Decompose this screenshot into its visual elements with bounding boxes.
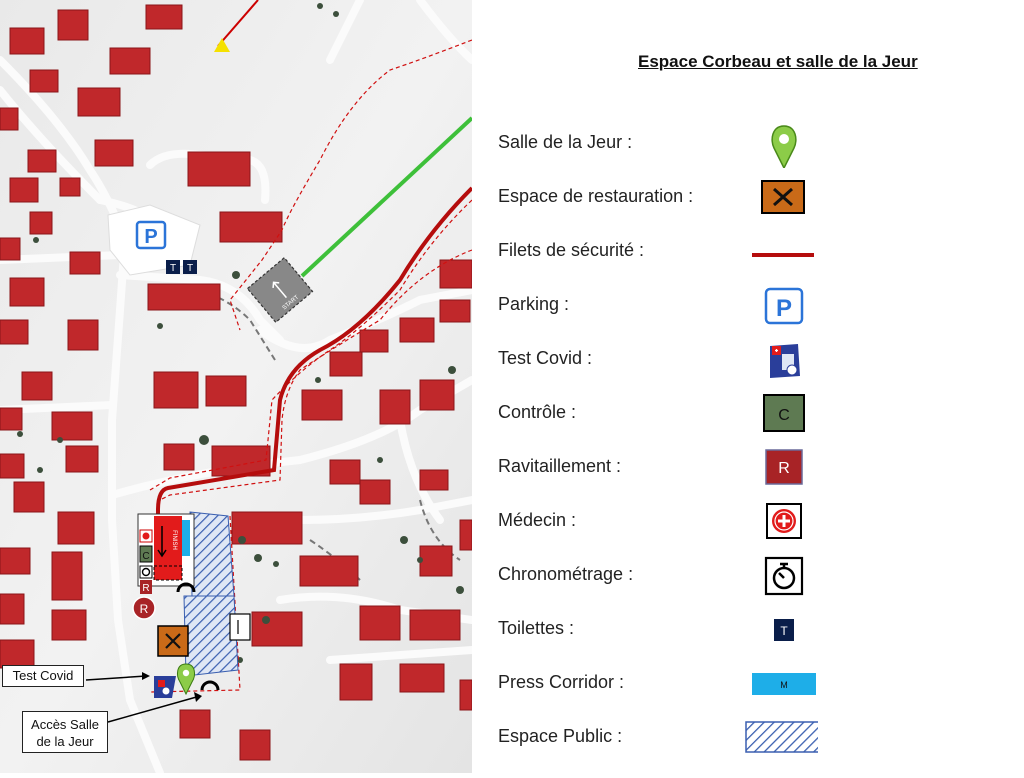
covid-test-icon <box>770 344 800 378</box>
press-corridor-icon: M <box>752 673 816 695</box>
legend-row-espace-public: Espace Public : <box>498 718 998 758</box>
legend-row-controle: Contrôle : C <box>498 394 998 434</box>
parking-icon: P <box>764 287 804 325</box>
legend-label: Test Covid : <box>498 348 593 368</box>
svg-text:T: T <box>780 624 788 638</box>
legend-label: Ravitaillement : <box>498 456 622 476</box>
press-corridor-map <box>182 520 190 556</box>
legend-label: Press Corridor : <box>498 672 625 692</box>
fork-knife-icon <box>761 180 805 214</box>
legend-row-covid: Test Covid : <box>498 340 998 380</box>
svg-text:T: T <box>170 263 176 274</box>
legend-label: Parking : <box>498 294 570 314</box>
toilet-icon: T <box>774 619 794 641</box>
svg-text:R: R <box>142 583 149 594</box>
svg-text:P: P <box>776 295 792 322</box>
legend-title: Espace Corbeau et salle de la Jeur <box>638 52 918 71</box>
legend-label: Médecin : <box>498 510 577 530</box>
svg-text:C: C <box>142 551 149 562</box>
legend-row-restauration: Espace de restauration : <box>498 178 998 218</box>
public-area-upper <box>189 511 235 597</box>
callout-acces-line1: Accès Salle <box>31 717 99 732</box>
legend-row-press: Press Corridor : M <box>498 664 998 704</box>
callout-acces-salle: Accès Salle de la Jeur <box>22 711 108 753</box>
legend-label: Espace Public : <box>498 726 623 746</box>
svg-text:R: R <box>778 460 790 477</box>
legend-label: Filets de sécurité : <box>498 240 645 260</box>
hatched-area-icon <box>745 721 818 753</box>
legend-row-medecin: Médecin : <box>498 502 998 542</box>
legend-row-parking: Parking : P <box>498 286 998 326</box>
svg-text:C: C <box>778 407 790 424</box>
control-icon: C <box>763 394 805 432</box>
legend-row-toilettes: Toilettes : T <box>498 610 998 650</box>
legend-label: Chronométrage : <box>498 564 634 584</box>
map-area: P T T START FINISH C R R Test Covid Accè… <box>0 0 476 777</box>
callout-test-covid: Test Covid <box>2 665 84 687</box>
svg-text:FINISH: FINISH <box>171 530 177 550</box>
stopwatch-icon <box>764 556 804 596</box>
svg-text:M: M <box>780 680 788 690</box>
legend-row-filets: Filets de sécurité : <box>498 232 998 272</box>
legend-row-salle: Salle de la Jeur : <box>498 124 998 168</box>
legend-row-chronometrage: Chronométrage : <box>498 556 998 596</box>
legend-label: Espace de restauration : <box>498 186 694 206</box>
legend-row-ravitaillement: Ravitaillement : R <box>498 448 998 488</box>
map-small-icons: C R <box>139 529 153 594</box>
legend-label: Salle de la Jeur : <box>498 132 633 152</box>
medic-icon <box>766 503 802 539</box>
svg-text:R: R <box>140 602 149 616</box>
legend-label: Toilettes : <box>498 618 575 638</box>
map-canvas: P T T START FINISH C R R <box>0 0 476 777</box>
legend-label: Contrôle : <box>498 402 577 422</box>
map-pin-icon <box>771 125 797 168</box>
callout-acces-line2: de la Jeur <box>36 734 94 749</box>
map-parking-label: P <box>144 226 157 248</box>
legend-panel: Espace Corbeau et salle de la Jeur Salle… <box>472 0 1024 773</box>
svg-text:T: T <box>187 263 193 274</box>
refreshment-icon: R <box>765 449 803 485</box>
red-line-icon <box>752 253 814 257</box>
